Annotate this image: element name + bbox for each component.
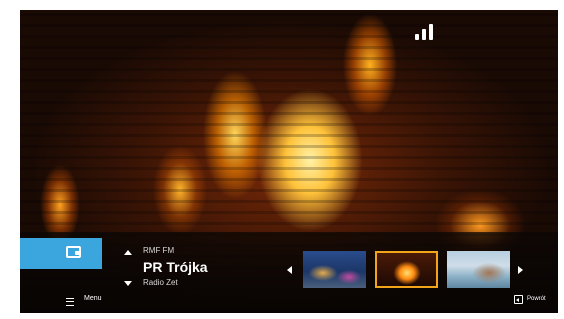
caret-left-icon[interactable] <box>287 266 292 274</box>
wallet-button[interactable] <box>20 238 102 269</box>
thumbnail-aquarium[interactable] <box>303 251 366 288</box>
fireplace-background: RMF FM PR Trójka Radio Zet Menu Powrót <box>20 10 558 313</box>
menu-label[interactable]: Menu <box>84 295 102 302</box>
next-channel[interactable]: Radio Zet <box>143 278 178 287</box>
thumbnail-seaside[interactable] <box>447 251 510 288</box>
back-label[interactable]: Powrót <box>527 296 546 302</box>
arrow-up-icon[interactable] <box>124 250 132 255</box>
current-channel[interactable]: PR Trójka <box>143 259 208 275</box>
back-icon[interactable] <box>514 295 523 304</box>
caret-right-icon[interactable] <box>518 266 523 274</box>
wallet-icon <box>66 246 81 258</box>
signal-strength-icon <box>415 24 433 40</box>
thumbnail-fireplace-selected[interactable] <box>375 251 438 288</box>
arrow-down-icon[interactable] <box>124 281 132 286</box>
hamburger-menu-icon[interactable] <box>66 298 74 306</box>
previous-channel[interactable]: RMF FM <box>143 246 174 255</box>
